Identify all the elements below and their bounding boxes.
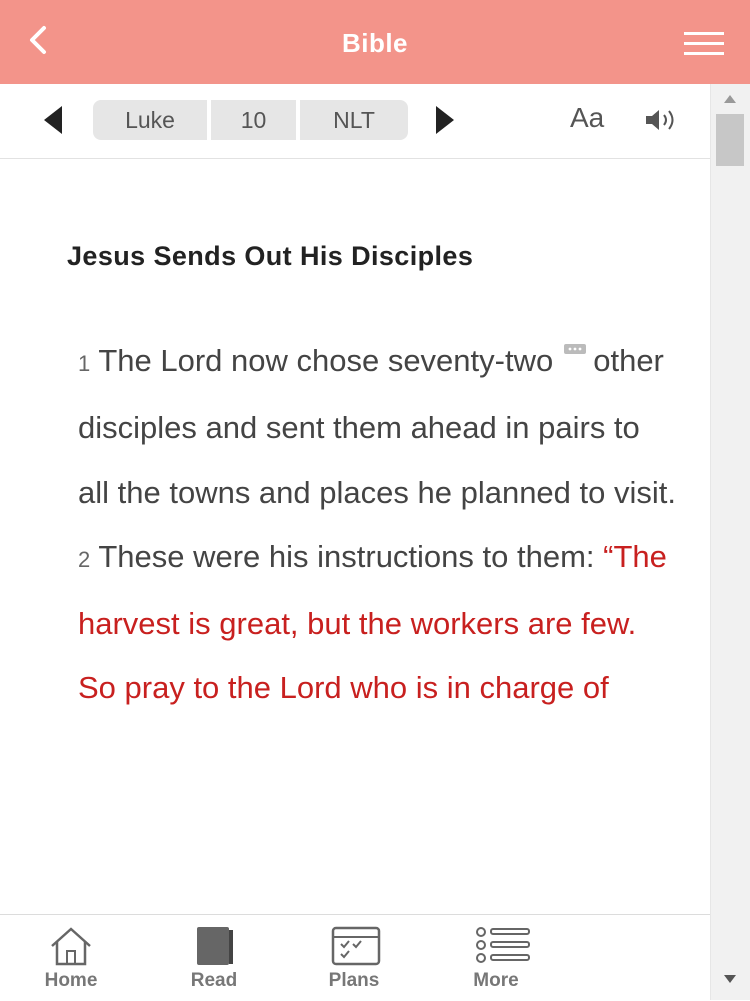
previous-chapter-button[interactable] bbox=[40, 104, 66, 136]
passage-text: 1 The Lord now chose seventy-two other di… bbox=[78, 315, 678, 721]
triangle-right-icon bbox=[436, 106, 454, 134]
footnote-button[interactable] bbox=[563, 315, 587, 354]
page-title: Bible bbox=[341, 28, 409, 58]
font-size-button[interactable]: Aa bbox=[570, 102, 604, 134]
list-icon bbox=[476, 927, 530, 963]
audio-button[interactable] bbox=[642, 104, 682, 136]
triangle-left-icon bbox=[44, 106, 62, 134]
nav-home[interactable]: Home bbox=[26, 914, 116, 1000]
scrollbar-track[interactable] bbox=[710, 84, 750, 1000]
verse-text: These were his instructions to them: bbox=[98, 538, 595, 574]
nav-more-label: More bbox=[473, 970, 519, 991]
chapter-selector[interactable]: 10 bbox=[211, 100, 296, 140]
hamburger-menu-icon bbox=[684, 32, 724, 55]
footnote-icon bbox=[564, 344, 587, 354]
scroll-up-arrow-icon[interactable] bbox=[722, 92, 738, 106]
scrollbar-thumb[interactable] bbox=[716, 114, 744, 166]
plans-checklist-icon bbox=[331, 926, 381, 966]
nav-read-label: Read bbox=[190, 970, 238, 991]
nav-read[interactable]: Read bbox=[169, 914, 259, 1000]
next-chapter-button[interactable] bbox=[432, 104, 458, 136]
menu-button[interactable] bbox=[682, 30, 726, 58]
nav-more[interactable]: More bbox=[451, 914, 541, 1000]
home-icon bbox=[51, 927, 91, 966]
nav-plans-label: Plans bbox=[328, 970, 380, 991]
book-selector[interactable]: Luke bbox=[93, 100, 207, 140]
verse-number[interactable]: 2 bbox=[78, 547, 90, 572]
nav-home-label: Home bbox=[44, 970, 98, 991]
chapter-content: Jesus Sends Out His Disciples 1 The Lord… bbox=[0, 159, 710, 914]
book-icon bbox=[197, 927, 233, 965]
section-heading: Jesus Sends Out His Disciples bbox=[67, 241, 474, 271]
nav-plans[interactable]: Plans bbox=[309, 914, 399, 1000]
version-selector[interactable]: NLT bbox=[300, 100, 408, 140]
verse-number[interactable]: 1 bbox=[78, 351, 90, 376]
scroll-down-arrow-icon[interactable] bbox=[722, 972, 738, 986]
verse-text: The Lord now chose seventy-two bbox=[98, 343, 554, 378]
speaker-icon bbox=[646, 110, 674, 130]
